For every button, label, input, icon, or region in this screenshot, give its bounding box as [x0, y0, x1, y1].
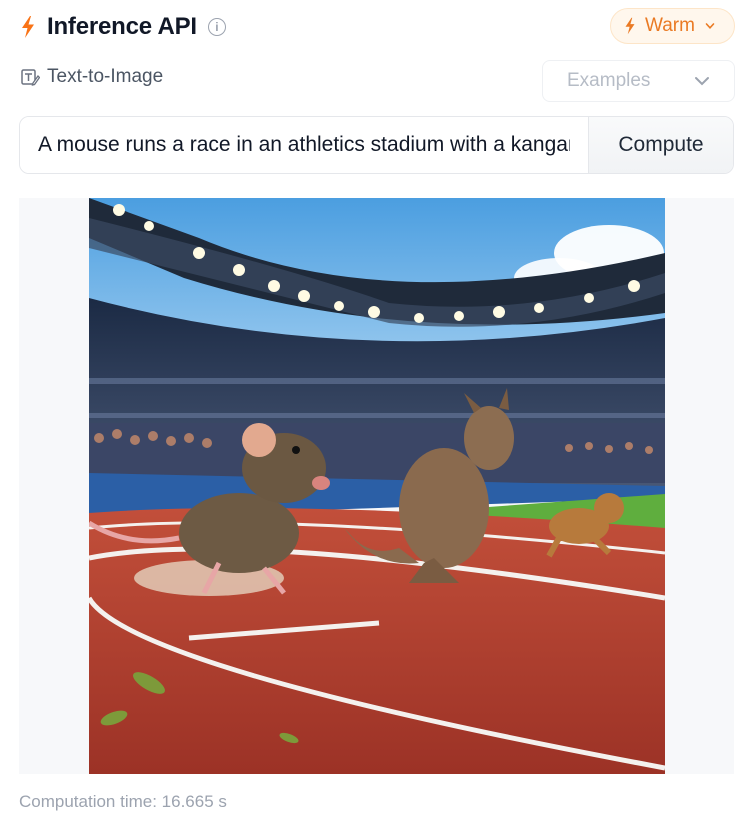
output-panel: [19, 198, 734, 774]
chevron-down-icon: [695, 77, 709, 86]
examples-placeholder: Examples: [567, 70, 651, 91]
lightning-icon: [22, 16, 34, 38]
task-name: Text-to-Image: [47, 66, 164, 87]
info-icon[interactable]: i: [207, 18, 226, 36]
warm-status-label: Warm: [645, 15, 695, 36]
compute-button[interactable]: Compute: [588, 117, 733, 173]
warm-status-button[interactable]: Warm: [610, 8, 735, 44]
prompt-form: Compute: [19, 116, 734, 174]
widget-header: Inference API i Warm: [20, 8, 735, 44]
prompt-input[interactable]: [20, 117, 588, 173]
text-to-image-icon: [21, 69, 40, 86]
task-label: Text-to-Image: [20, 66, 163, 88]
lightning-icon: [625, 17, 635, 35]
computation-time: Computation time: 16.665 s: [19, 792, 227, 811]
widget-title: Inference API: [47, 13, 197, 40]
task-row: Text-to-Image Examples: [20, 60, 735, 102]
generated-image: [89, 198, 665, 774]
chevron-down-icon: [705, 23, 715, 29]
examples-dropdown[interactable]: Examples: [542, 60, 735, 102]
